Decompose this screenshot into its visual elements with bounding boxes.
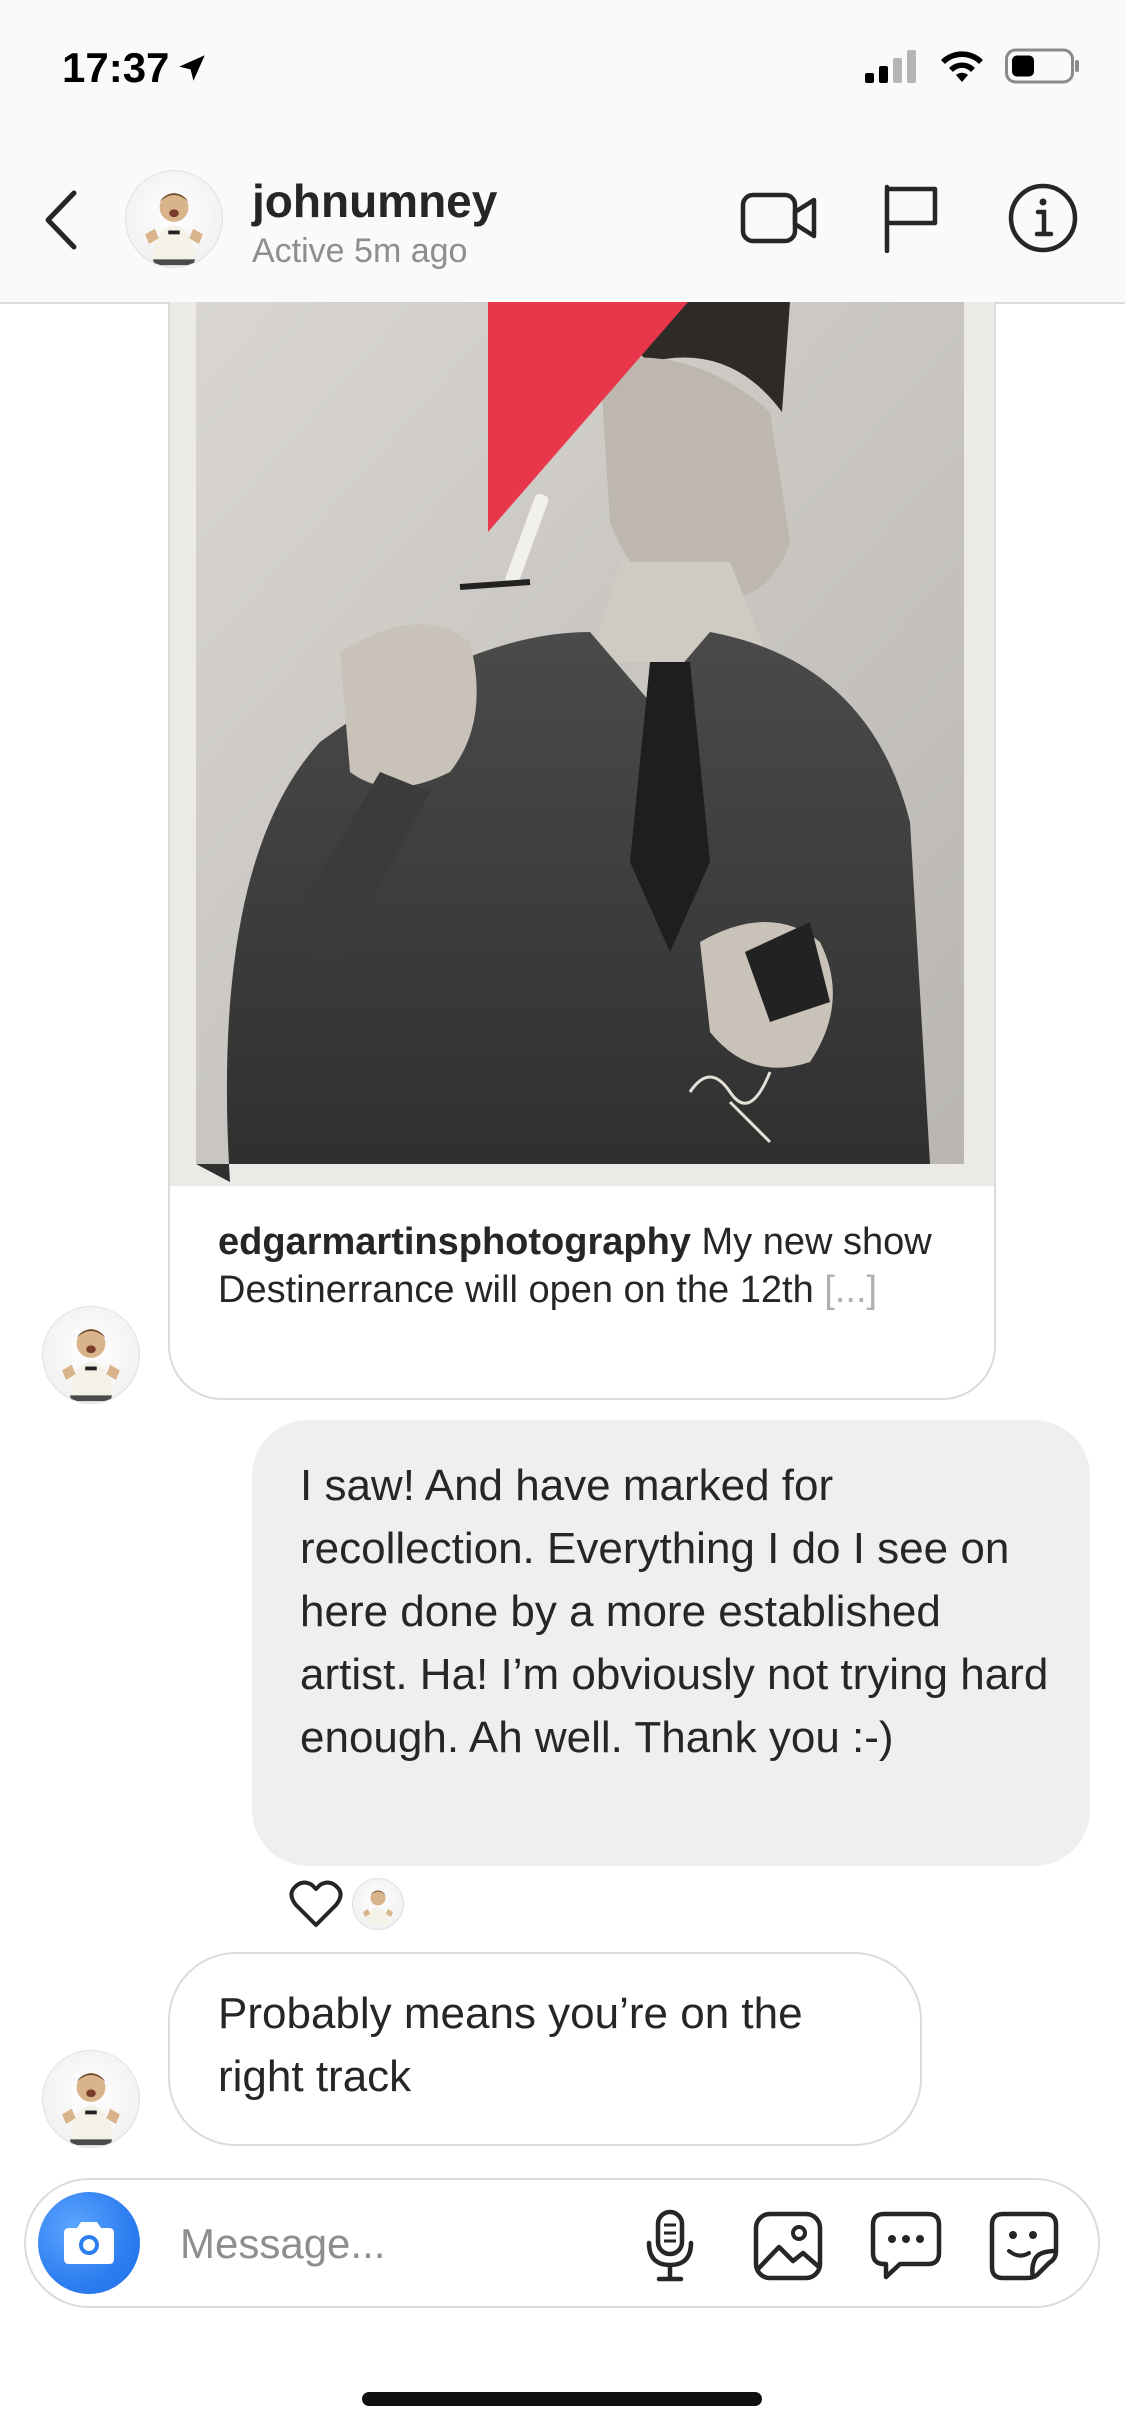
shared-post-card[interactable]: edgarmartinsphotography My new show Dest… <box>168 302 996 1400</box>
kid-avatar-image <box>62 1329 120 1402</box>
message-composer <box>24 2178 1100 2308</box>
report-button[interactable] <box>869 176 953 260</box>
gallery-button[interactable] <box>750 2208 826 2284</box>
reaction-avatar <box>352 1878 404 1930</box>
heart-icon <box>289 1880 343 1927</box>
kid-avatar-image <box>363 1890 393 1925</box>
location-arrow-icon <box>179 55 206 81</box>
gallery-icon <box>753 2211 823 2281</box>
camera-icon <box>64 2222 114 2264</box>
sticker-icon <box>989 2211 1059 2281</box>
status-time: 17:37 <box>62 44 209 92</box>
back-button[interactable] <box>30 180 90 260</box>
chevron-left-icon <box>45 190 77 250</box>
outgoing-message-text: I saw! And have marked for recollection.… <box>300 1461 1049 1762</box>
sender-avatar[interactable] <box>42 1306 140 1404</box>
chat-bubble-icon <box>870 2211 942 2280</box>
battery-icon <box>1005 48 1079 84</box>
video-call-icon <box>740 192 817 244</box>
chat-options-button[interactable] <box>868 2208 944 2284</box>
chat-header: johnumney Active 5m ago <box>0 140 1125 304</box>
status-time-label: 17:37 <box>62 44 170 91</box>
message-reactions[interactable] <box>288 1878 404 1930</box>
microphone-icon <box>646 2209 694 2282</box>
chat-username[interactable]: johnumney <box>252 174 497 228</box>
activity-status: Active 5m ago <box>252 232 468 270</box>
camera-button[interactable] <box>38 2192 140 2294</box>
info-icon <box>1008 183 1078 253</box>
message-input[interactable] <box>178 2210 622 2278</box>
shared-post-more[interactable]: [...] <box>824 1269 877 1311</box>
header-actions <box>737 176 1085 260</box>
shared-post-caption: edgarmartinsphotography My new show Dest… <box>218 1218 958 1314</box>
incoming-message-text: Probably means you’re on the right track <box>218 1989 803 2101</box>
wifi-icon <box>941 51 983 82</box>
sticker-button[interactable] <box>986 2208 1062 2284</box>
composer-actions <box>632 2208 1062 2284</box>
shared-post-author[interactable]: edgarmartinsphotography <box>218 1221 691 1263</box>
voice-message-button[interactable] <box>632 2208 708 2284</box>
status-bar: 17:37 <box>0 0 1125 140</box>
cellular-signal-icon <box>865 50 916 83</box>
vintage-portrait-photo <box>170 302 994 1186</box>
shared-post-image[interactable] <box>170 302 994 1186</box>
header-avatar[interactable] <box>125 170 223 268</box>
kid-avatar-image <box>62 2073 120 2146</box>
flag-icon <box>884 184 938 253</box>
status-indicators <box>863 48 1081 84</box>
video-call-button[interactable] <box>737 176 821 260</box>
incoming-message-bubble[interactable]: Probably means you’re on the right track <box>168 1952 922 2146</box>
sender-avatar[interactable] <box>42 2050 140 2148</box>
kid-avatar-image <box>145 193 203 266</box>
outgoing-message-bubble[interactable]: I saw! And have marked for recollection.… <box>252 1420 1090 1866</box>
home-indicator[interactable] <box>362 2392 762 2406</box>
conversation-info-button[interactable] <box>1001 176 1085 260</box>
